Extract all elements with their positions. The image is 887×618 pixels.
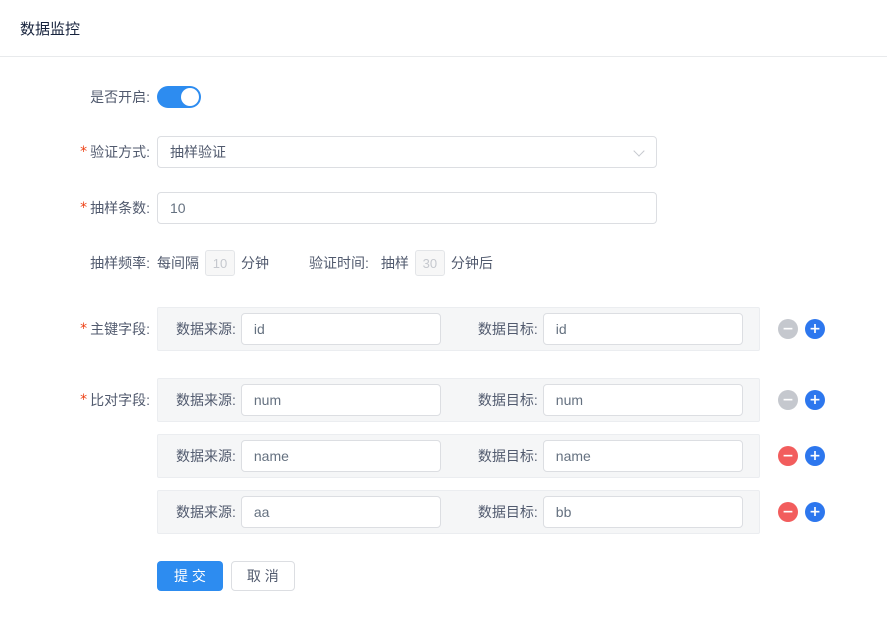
row-compare-field-2: 数据来源: 数据目标: − + <box>0 434 887 478</box>
remove-row-button[interactable]: − <box>778 390 798 410</box>
sample-count-input[interactable] <box>157 192 657 224</box>
freq-prefix: 每间隔 <box>157 253 199 273</box>
sample-freq-label: 抽样频率: <box>0 253 150 273</box>
freq-suffix: 分钟 <box>241 253 269 273</box>
row-sample-freq: 抽样频率: 每间隔 分钟 验证时间: 抽样 分钟后 <box>0 250 887 276</box>
compare-source-input-3[interactable] <box>241 496 441 528</box>
toggle-knob-icon <box>181 88 199 106</box>
primary-field-label: 主键字段: <box>90 319 150 339</box>
source-label: 数据来源: <box>176 502 236 522</box>
page-title: 数据监控 <box>20 18 80 39</box>
row-compare-field-3: 数据来源: 数据目标: − + <box>0 490 887 534</box>
verify-method-label: 验证方式: <box>90 142 150 162</box>
form-footer: 提 交 取 消 <box>0 561 887 591</box>
enable-label: 是否开启: <box>0 87 150 107</box>
target-label: 数据目标: <box>478 390 538 410</box>
row-primary-field: * 主键字段: 数据来源: 数据目标: − + <box>0 307 887 351</box>
required-mark: * <box>80 144 87 160</box>
chevron-down-icon <box>633 145 644 156</box>
required-mark: * <box>80 200 87 216</box>
compare-field-label: 比对字段: <box>90 390 150 410</box>
enable-toggle[interactable] <box>157 86 201 108</box>
primary-field-pair-box: 数据来源: 数据目标: <box>157 307 760 351</box>
row-verify-method: * 验证方式: 抽样验证 <box>0 136 887 168</box>
verify-time-prefix: 抽样 <box>381 253 409 273</box>
target-label: 数据目标: <box>478 319 538 339</box>
compare-source-input-2[interactable] <box>241 440 441 472</box>
remove-row-button[interactable]: − <box>778 502 798 522</box>
compare-field-pair-box: 数据来源: 数据目标: <box>157 378 760 422</box>
add-row-button[interactable]: + <box>805 319 825 339</box>
page-header: 数据监控 <box>0 0 887 57</box>
verify-time-suffix: 分钟后 <box>451 253 493 273</box>
row-sample-count: * 抽样条数: <box>0 192 887 224</box>
remove-row-button[interactable]: − <box>778 446 798 466</box>
source-label: 数据来源: <box>176 390 236 410</box>
compare-field-pair-box: 数据来源: 数据目标: <box>157 490 760 534</box>
freq-minutes-input <box>205 250 235 276</box>
primary-source-input[interactable] <box>241 313 441 345</box>
required-mark: * <box>80 392 87 408</box>
target-label: 数据目标: <box>478 446 538 466</box>
compare-source-input-1[interactable] <box>241 384 441 416</box>
remove-row-button[interactable]: − <box>778 319 798 339</box>
cancel-button[interactable]: 取 消 <box>231 561 295 591</box>
row-compare-field-1: * 比对字段: 数据来源: 数据目标: − + <box>0 378 887 422</box>
sample-count-label: 抽样条数: <box>90 198 150 218</box>
verify-method-select[interactable]: 抽样验证 <box>157 136 657 168</box>
verify-method-value: 抽样验证 <box>170 142 226 162</box>
compare-target-input-2[interactable] <box>543 440 743 472</box>
target-label: 数据目标: <box>478 502 538 522</box>
compare-field-pair-box: 数据来源: 数据目标: <box>157 434 760 478</box>
source-label: 数据来源: <box>176 319 236 339</box>
row-enable: 是否开启: <box>0 86 887 108</box>
submit-button[interactable]: 提 交 <box>157 561 223 591</box>
primary-target-input[interactable] <box>543 313 743 345</box>
add-row-button[interactable]: + <box>805 502 825 522</box>
source-label: 数据来源: <box>176 446 236 466</box>
add-row-button[interactable]: + <box>805 390 825 410</box>
verify-time-label: 验证时间: <box>309 253 369 273</box>
add-row-button[interactable]: + <box>805 446 825 466</box>
compare-target-input-1[interactable] <box>543 384 743 416</box>
verify-time-minutes-input <box>415 250 445 276</box>
compare-target-input-3[interactable] <box>543 496 743 528</box>
required-mark: * <box>80 321 87 337</box>
